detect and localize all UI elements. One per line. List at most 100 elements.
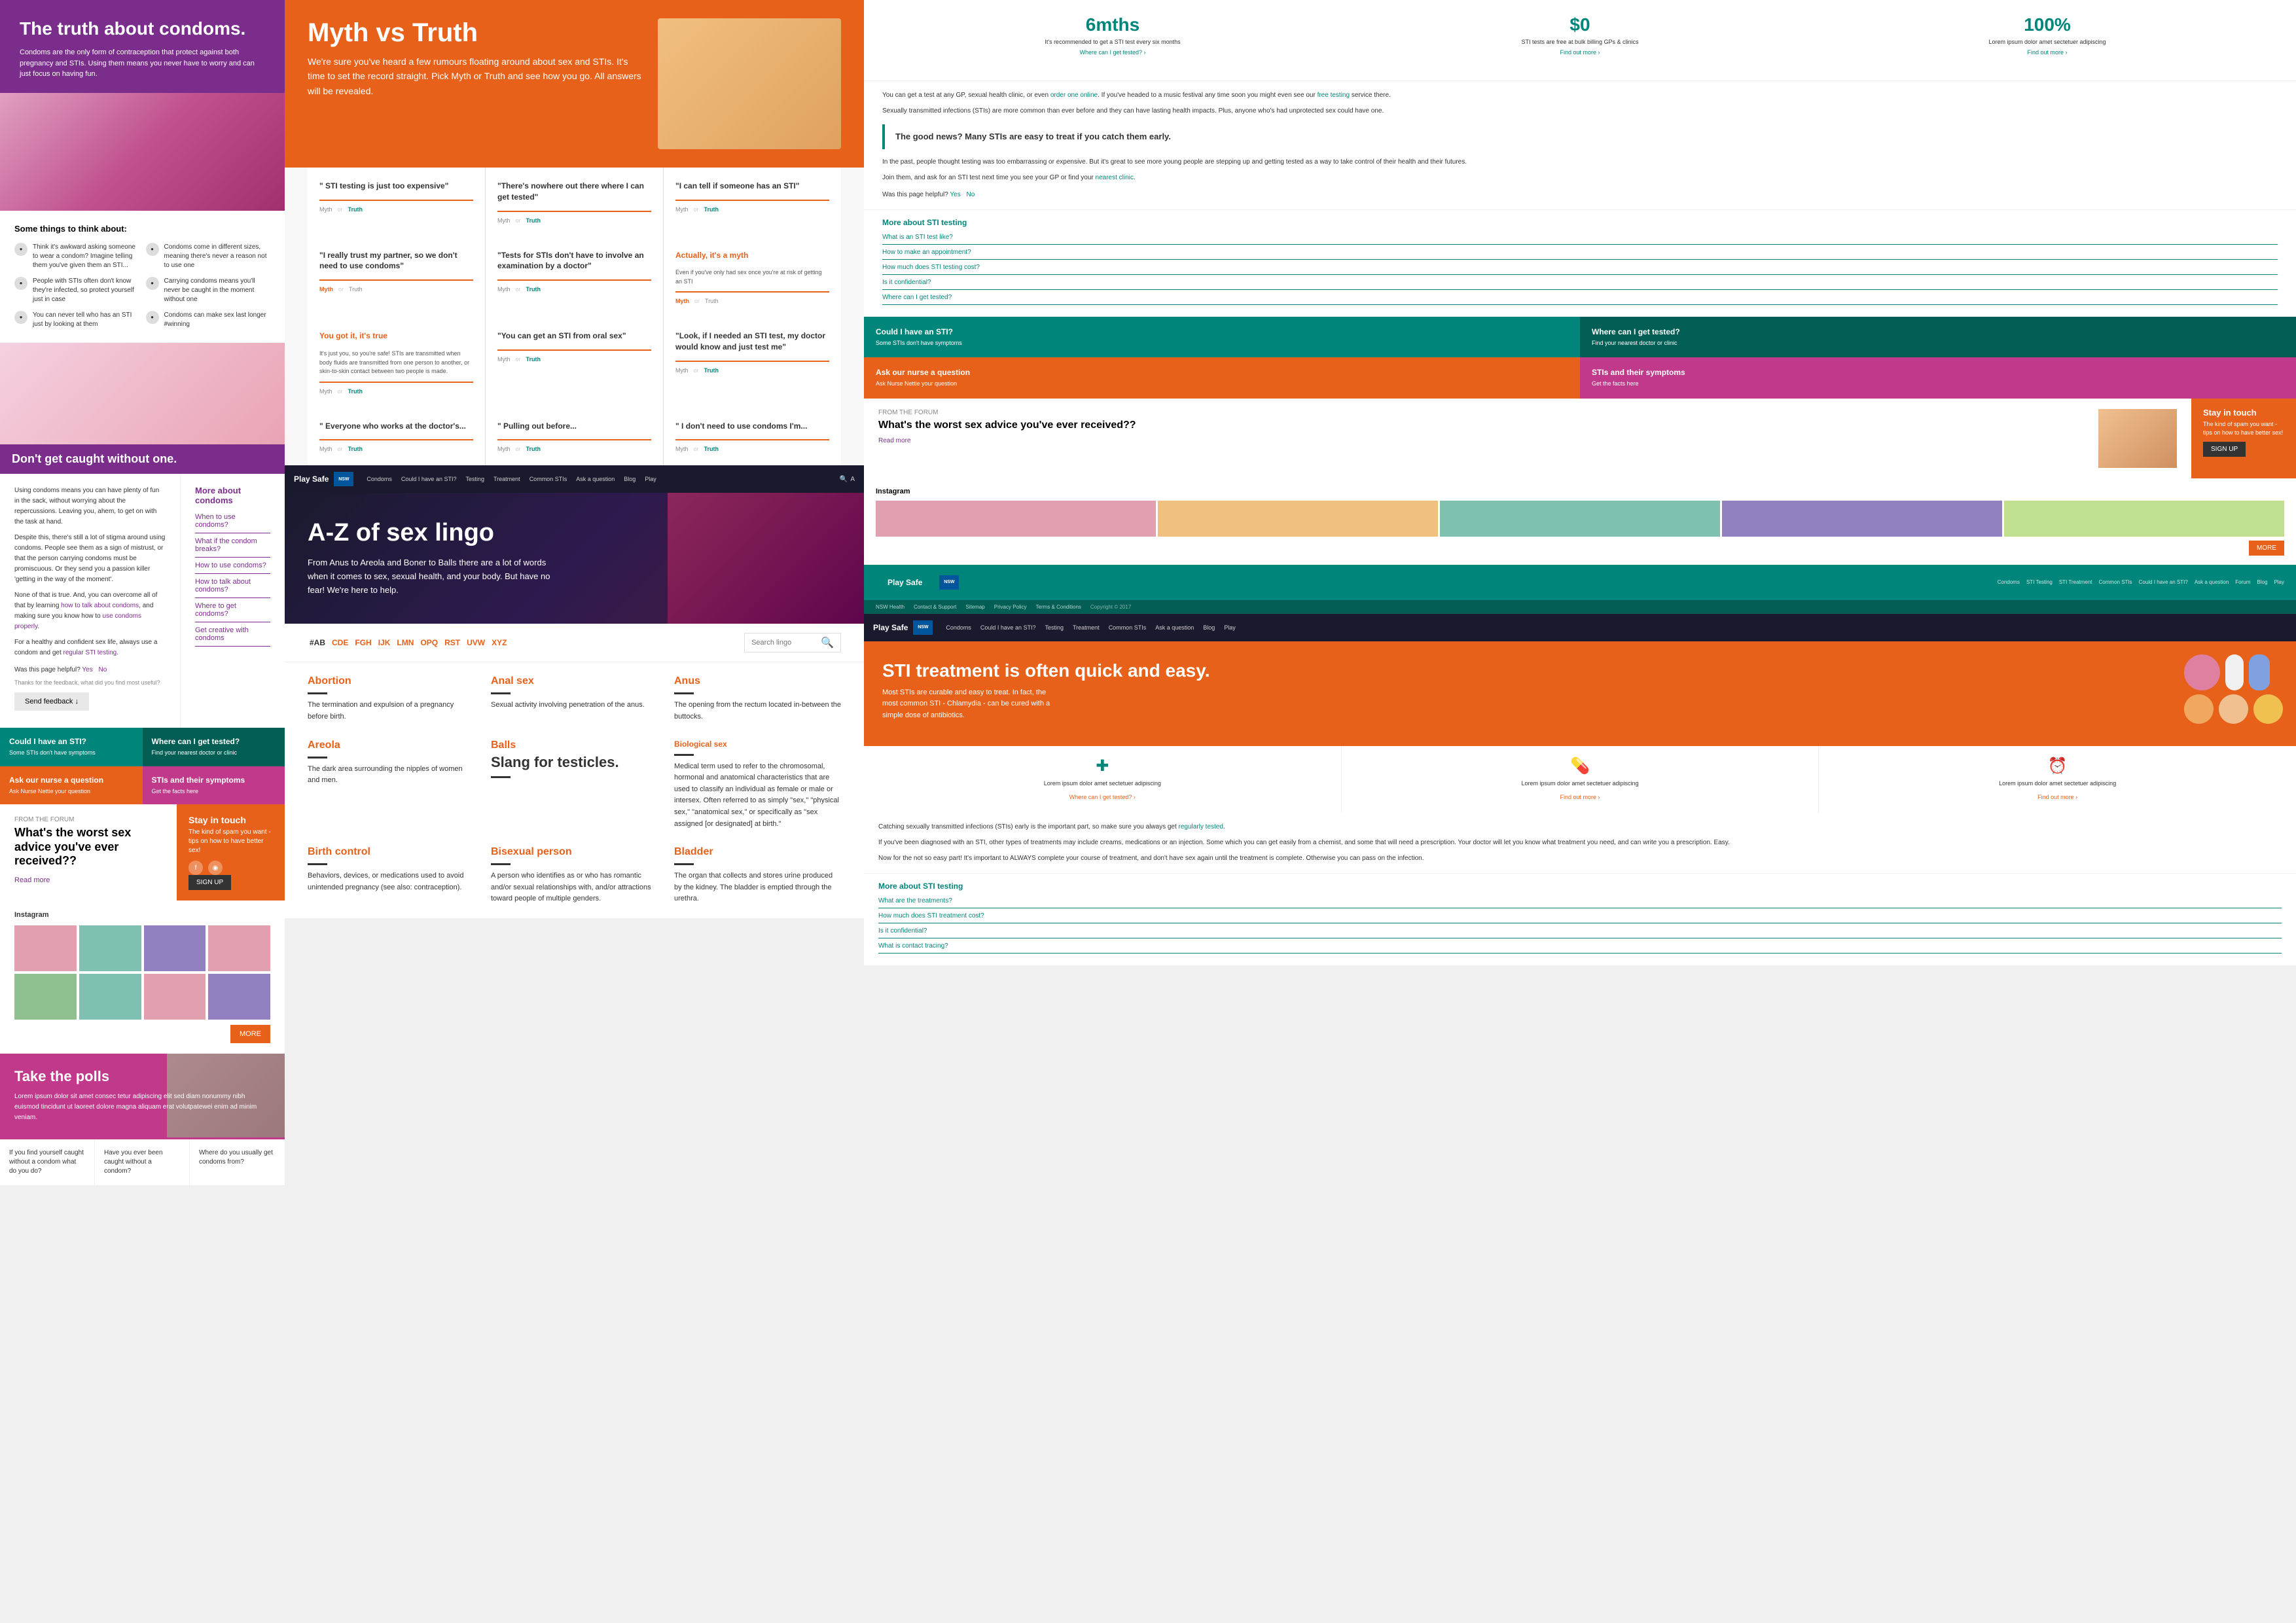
right-instagram-img-3[interactable] [1440, 501, 1720, 537]
t-nav-treatment[interactable]: Treatment [1073, 624, 1100, 631]
poll-question-2[interactable]: Have you ever been caught without a cond… [95, 1139, 190, 1185]
treatment-link-1[interactable]: What are the treatments? [878, 897, 2282, 908]
bottom-card-sti[interactable]: Could I have an STI? Some STIs don't hav… [0, 728, 143, 766]
use-condoms-link[interactable]: use condoms properly [14, 613, 141, 630]
facebook-icon[interactable]: f [188, 861, 203, 875]
az-nav-common[interactable]: Common STIs [529, 476, 567, 482]
footer-link-sti-testing[interactable]: STI Testing [2026, 579, 2053, 585]
instagram-icon[interactable]: ◉ [208, 861, 223, 875]
search-lingo-input[interactable] [751, 639, 817, 647]
footer-link-ask[interactable]: Ask a question [2195, 579, 2229, 585]
t-nav-play[interactable]: Play [1224, 624, 1236, 631]
az-letter-xyz[interactable]: XYZ [490, 636, 509, 649]
testing-link-3[interactable]: How much does STI testing cost? [882, 264, 2278, 275]
right-instagram-img-1[interactable] [876, 501, 1156, 537]
rbc-nurse[interactable]: Ask our nurse a question Ask Nurse Netti… [864, 357, 1580, 399]
right-instagram-img-4[interactable] [1722, 501, 2002, 537]
helpful-no-2[interactable]: No [967, 191, 975, 198]
treatment-link-3[interactable]: Is it confidential? [878, 927, 2282, 938]
instagram-more-button[interactable]: MORE [230, 1025, 270, 1043]
az-letter-ijk[interactable]: IJK [376, 636, 393, 649]
stat-link-1[interactable]: Where can I get tested? › [882, 49, 1343, 56]
az-nav-blog[interactable]: Blog [624, 476, 636, 482]
helpful-no-link[interactable]: No [99, 666, 107, 673]
az-letter-fgh[interactable]: FGH [353, 636, 373, 649]
send-feedback-button[interactable]: Send feedback ↓ [14, 692, 89, 711]
az-letter-ab[interactable]: #AB [308, 636, 327, 649]
instagram-img-1[interactable] [14, 925, 77, 971]
sign-up-button[interactable]: SIGN UP [188, 875, 231, 890]
testing-link-4[interactable]: Is it confidential? [882, 279, 2278, 290]
rbc-symptoms[interactable]: STIs and their symptoms Get the facts he… [1580, 357, 2296, 399]
more-condoms-link-6[interactable]: Get creative with condoms [195, 626, 270, 647]
helpful-yes-link[interactable]: Yes [82, 666, 92, 673]
right-instagram-more-button[interactable]: MORE [2249, 541, 2284, 556]
more-condoms-link-3[interactable]: How to use condoms? [195, 562, 270, 574]
order-online-link[interactable]: order one online [1050, 92, 1098, 99]
instagram-img-2[interactable] [79, 925, 141, 971]
bottom-card-tested[interactable]: Where can I get tested? Find your neares… [143, 728, 285, 766]
stat-link-3[interactable]: Find out more › [1817, 49, 2278, 56]
right-instagram-img-2[interactable] [1158, 501, 1438, 537]
free-testing-link[interactable]: free testing [1318, 92, 1350, 99]
footer-link-blog[interactable]: Blog [2257, 579, 2267, 585]
poll-question-3[interactable]: Where do you usually get condoms from? [190, 1139, 285, 1185]
t-nav-condoms[interactable]: Condoms [946, 624, 971, 631]
more-condoms-link-5[interactable]: Where to get condoms? [195, 602, 270, 622]
treatment-icon-link-2[interactable]: Find out more › [1560, 794, 1600, 800]
footer-link-condoms[interactable]: Condoms [1998, 579, 2020, 585]
az-letter-uvw[interactable]: UVW [465, 636, 487, 649]
az-nav-treatment[interactable]: Treatment [493, 476, 520, 482]
t-nav-testing[interactable]: Testing [1045, 624, 1064, 631]
footer-link-forum[interactable]: Forum [2235, 579, 2250, 585]
regularly-tested-link[interactable]: regularly tested [1179, 823, 1223, 830]
rbc-tested[interactable]: Where can I get tested? Find your neares… [1580, 317, 2296, 358]
t-nav-common[interactable]: Common STIs [1109, 624, 1147, 631]
footer-link-play[interactable]: Play [2274, 579, 2284, 585]
az-nav-testing[interactable]: Testing [465, 476, 484, 482]
az-nav-sti[interactable]: Could I have an STI? [401, 476, 457, 482]
t-nav-sti[interactable]: Could I have an STI? [980, 624, 1036, 631]
instagram-img-6[interactable] [79, 974, 141, 1020]
search-icon[interactable]: 🔍 [821, 636, 834, 649]
testing-link-2[interactable]: How to make an appointment? [882, 249, 2278, 260]
nearest-clinic-link[interactable]: nearest clinic [1096, 174, 1134, 181]
footer-nsw-health[interactable]: NSW Health [876, 604, 905, 610]
instagram-img-5[interactable] [14, 974, 77, 1020]
az-nav-condoms[interactable]: Condoms [367, 476, 392, 482]
treatment-link-4[interactable]: What is contact tracing? [878, 942, 2282, 954]
helpful-yes-2[interactable]: Yes [950, 191, 960, 198]
more-condoms-link-4[interactable]: How to talk about condoms? [195, 578, 270, 598]
t-nav-blog[interactable]: Blog [1203, 624, 1215, 631]
poll-question-1[interactable]: If you find yourself caught without a co… [0, 1139, 95, 1185]
treatment-link-2[interactable]: How much does STI treatment cost? [878, 912, 2282, 923]
instagram-img-4[interactable] [208, 925, 270, 971]
t-nav-ask[interactable]: Ask a question [1155, 624, 1194, 631]
treatment-icon-link-1[interactable]: Where can I get tested? › [1069, 794, 1136, 800]
az-nav-ask[interactable]: Ask a question [576, 476, 615, 482]
footer-sitemap[interactable]: Sitemap [965, 604, 984, 610]
testing-link-5[interactable]: Where can I get tested? [882, 294, 2278, 305]
instagram-img-7[interactable] [144, 974, 206, 1020]
testing-link-1[interactable]: What is an STI test like? [882, 234, 2278, 245]
how-to-talk-link[interactable]: how to talk about condoms [61, 602, 139, 609]
more-condoms-link-2[interactable]: What if the condom breaks? [195, 537, 270, 558]
az-letter-rst[interactable]: RST [442, 636, 462, 649]
footer-link-sti-treatment[interactable]: STI Treatment [2059, 579, 2092, 585]
instagram-img-8[interactable] [208, 974, 270, 1020]
right-sign-up-button[interactable]: SIGN UP [2203, 442, 2246, 457]
more-condoms-link-1[interactable]: When to use condoms? [195, 513, 270, 533]
footer-terms[interactable]: Terms & Conditions [1036, 604, 1081, 610]
footer-link-common-stis[interactable]: Common STIs [2099, 579, 2132, 585]
treatment-icon-link-3[interactable]: Find out more › [2037, 794, 2077, 800]
instagram-img-3[interactable] [144, 925, 206, 971]
footer-link-could-i[interactable]: Could I have an STI? [2139, 579, 2188, 585]
footer-contact[interactable]: Contact & Support [914, 604, 956, 610]
az-letter-cde[interactable]: CDE [330, 636, 350, 649]
right-forum-read-more[interactable]: Read more [878, 437, 910, 444]
regular-testing-link[interactable]: regular STI testing [63, 649, 117, 656]
bottom-card-nurse[interactable]: Ask our nurse a question Ask Nurse Netti… [0, 766, 143, 805]
az-letter-opq[interactable]: OPQ [418, 636, 440, 649]
stat-link-2[interactable]: Find out more › [1350, 49, 1810, 56]
az-nav-play[interactable]: Play [645, 476, 656, 482]
